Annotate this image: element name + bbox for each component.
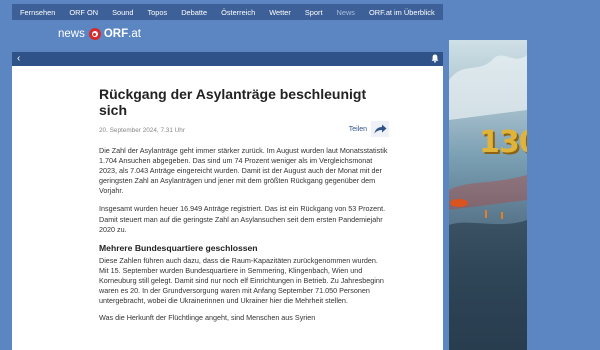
article-content: Rückgang der Asylanträge beschleunigt si… [99, 86, 389, 323]
logo-suffix: .at [128, 28, 141, 40]
top-navigation: Fernsehen ORF ON Sound Topos Debatte Öst… [12, 4, 443, 20]
nav-item-topos[interactable]: Topos [139, 8, 167, 17]
nav-item-news[interactable]: News [329, 8, 355, 17]
paragraph-1: Die Zahl der Asylanträge geht immer stär… [99, 146, 388, 196]
paragraph-4: Was die Herkunft der Flüchtlinge angeht,… [99, 313, 316, 323]
article-date: 20. September 2024, 7.31 Uhr [99, 127, 185, 134]
share-arrow-icon [371, 121, 389, 137]
nav-item-sport[interactable]: Sport [297, 8, 323, 17]
article-panel: Rückgang der Asylanträge beschleunigt si… [12, 66, 443, 350]
nav-item-sound[interactable]: Sound [104, 8, 133, 17]
orf-eye-icon [88, 28, 101, 40]
nav-item-fernsehen[interactable]: Fernsehen [12, 8, 55, 17]
share-button[interactable]: Teilen [349, 121, 389, 137]
advertisement-banner[interactable]: 130 [449, 40, 527, 350]
paragraph-2: Insgesamt wurden heuer 16.949 Anträge re… [99, 204, 386, 234]
article-toolbar: ‹ [12, 52, 443, 66]
news-orf-logo[interactable]: news ORF .at [58, 24, 141, 44]
ad-artwork [449, 55, 527, 350]
ad-number: 130 [479, 125, 527, 160]
subheading: Mehrere Bundesquartiere geschlossen [99, 242, 258, 253]
paragraph-3: Diese Zahlen führen auch dazu, dass die … [99, 255, 384, 306]
nav-item-orf-overview[interactable]: ORF.at im Überblick [361, 8, 435, 17]
nav-item-orf-on[interactable]: ORF ON [61, 8, 98, 17]
chevron-left-icon[interactable]: ‹ [17, 53, 20, 65]
article-title: Rückgang der Asylanträge beschleunigt si… [99, 86, 367, 118]
nav-item-oesterreich[interactable]: Österreich [213, 8, 255, 17]
share-label: Teilen [348, 125, 367, 133]
nav-item-wetter[interactable]: Wetter [261, 8, 291, 17]
logo-brand: ORF [103, 28, 129, 40]
article-meta: 20. September 2024, 7.31 Uhr Teilen [99, 121, 389, 139]
bell-icon[interactable] [431, 54, 439, 63]
nav-item-debatte[interactable]: Debatte [173, 8, 207, 17]
logo-prefix: news [58, 28, 85, 40]
